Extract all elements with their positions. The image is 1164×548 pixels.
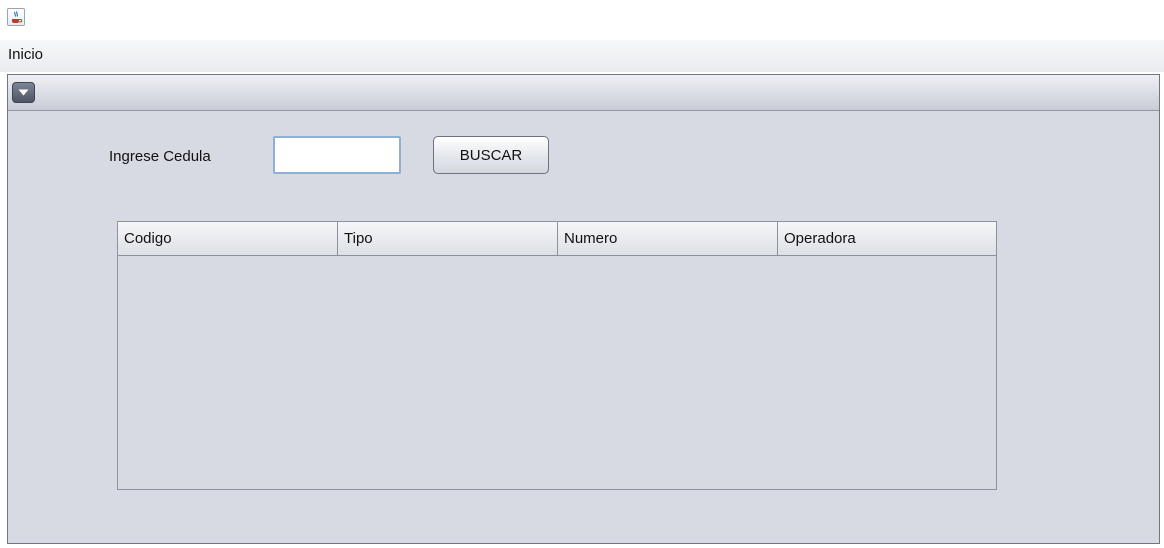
window-titlebar — [0, 0, 1164, 40]
menu-inicio[interactable]: Inicio — [8, 46, 43, 63]
cedula-input[interactable] — [273, 136, 401, 174]
search-button[interactable]: BUSCAR — [433, 136, 549, 174]
table-body[interactable] — [118, 256, 996, 489]
menu-bar: Inicio — [0, 40, 1164, 72]
form-panel: Ingrese Cedula BUSCAR Codigo Tipo Numero… — [12, 111, 1153, 539]
application-window: Inicio Ingrese Cedula BUSCAR Codigo Tipo… — [0, 0, 1164, 548]
column-header-numero[interactable]: Numero — [558, 222, 778, 255]
chevron-down-icon — [18, 89, 29, 96]
column-header-codigo[interactable]: Codigo — [118, 222, 338, 255]
table-header: Codigo Tipo Numero Operadora — [118, 222, 996, 256]
column-header-operadora[interactable]: Operadora — [778, 222, 996, 255]
internal-frame-titlebar[interactable] — [8, 75, 1159, 111]
cedula-label: Ingrese Cedula — [109, 148, 211, 165]
frame-menu-button[interactable] — [12, 82, 35, 103]
column-header-tipo[interactable]: Tipo — [338, 222, 558, 255]
java-coffee-cup-icon — [7, 8, 25, 26]
results-table: Codigo Tipo Numero Operadora — [117, 221, 997, 490]
internal-frame: Ingrese Cedula BUSCAR Codigo Tipo Numero… — [7, 74, 1160, 544]
